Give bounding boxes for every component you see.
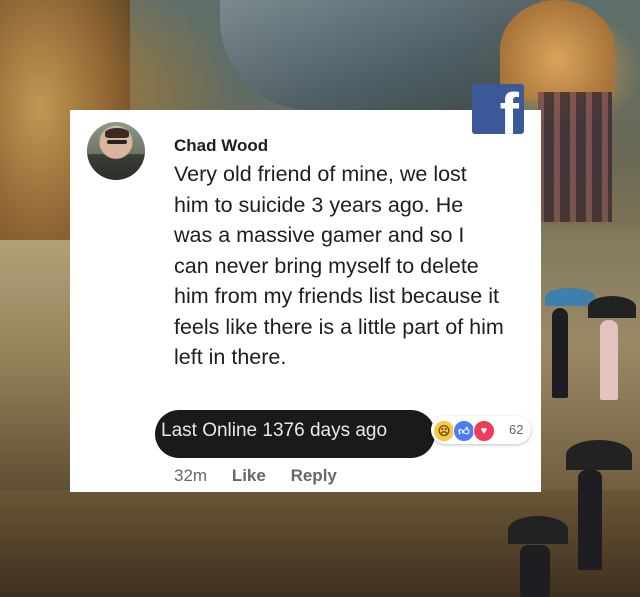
character-figure [552,308,568,398]
sad-icon: ☹ [433,420,455,442]
umbrella-blue [545,288,595,306]
reaction-summary[interactable]: ☹ 👍︎ ♥ 62 [431,416,531,444]
love-icon: ♥ [473,420,495,442]
facebook-comment-card: Chad Wood Very old friend of mine, we lo… [70,110,541,492]
character-figure [520,545,550,597]
character-figure [578,470,602,570]
umbrella-black [566,440,632,470]
facebook-logo-icon: f [472,84,524,134]
comment-actions: 32m Like Reply [174,466,357,486]
like-button[interactable]: Like [232,466,266,485]
reply-button[interactable]: Reply [291,466,337,485]
comment-author[interactable]: Chad Wood [174,136,268,156]
avatar[interactable] [87,122,145,180]
facebook-logo-letter: f [499,84,519,135]
like-icon: 👍︎ [453,420,475,442]
umbrella-black [588,296,636,318]
comment-text: Very old friend of mine, we lost him to … [174,162,504,369]
character-figure [600,320,618,400]
gazebo-pillars [538,92,612,222]
last-online-status: Last Online 1376 days ago [161,420,388,441]
reaction-count: 62 [509,422,524,437]
comment-timestamp[interactable]: 32m [174,466,207,485]
umbrella-black [508,516,568,544]
tall-grass [0,240,80,500]
avatar-glasses [107,140,127,144]
avatar-hair [105,128,129,138]
